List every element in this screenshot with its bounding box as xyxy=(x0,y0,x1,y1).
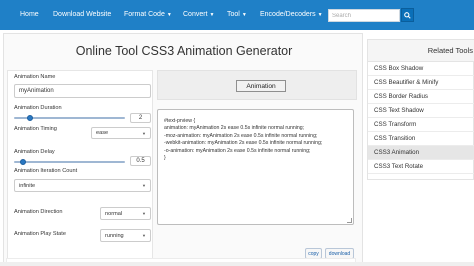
nav-item-convert[interactable]: Convert ▼ xyxy=(183,0,214,30)
sidebar-item-css-box-shadow[interactable]: CSS Box Shadow xyxy=(368,62,474,76)
animation-play-state-select[interactable]: running ▼ xyxy=(100,229,151,242)
nav-item-download-website[interactable]: Download Website xyxy=(53,0,111,30)
nav-item-label: Home xyxy=(20,11,39,18)
nav-item-label: Convert xyxy=(183,11,208,18)
animation-delay-label: Animation Delay xyxy=(14,149,55,155)
animation-name-label: Animation Name xyxy=(14,74,56,80)
sidebar-item-css-transition[interactable]: CSS Transition xyxy=(368,132,474,146)
animation-timing-select[interactable]: ease ▼ xyxy=(91,127,151,139)
animation-play-state-label: Animation Play State xyxy=(14,231,66,237)
animation-name-input[interactable]: myAnimation xyxy=(14,84,151,98)
related-tools-sidebar: Related Tools CSS Box Shadow CSS Beautif… xyxy=(367,39,474,180)
code-line: -webkit-animation: myAnimation 2s ease 0… xyxy=(164,140,323,147)
animation-timing-value: ease xyxy=(96,130,109,136)
nav-item-label: Encode/Decoders xyxy=(260,11,316,18)
page-title: Online Tool CSS3 Animation Generator xyxy=(75,44,293,58)
sidebar-item-css-beautifier[interactable]: CSS Beautifier & Minify xyxy=(368,76,474,90)
animated-text-preview: Animation xyxy=(236,80,286,92)
chevron-down-icon: ▼ xyxy=(166,12,172,18)
animation-direction-label: Animation Direction xyxy=(14,209,63,215)
code-line: -moz-animation: myAnimation 2s ease 0.5s… xyxy=(164,132,318,139)
chevron-down-icon: ▼ xyxy=(142,183,146,188)
nav-item-label: Format Code xyxy=(124,11,165,18)
animation-delay-input[interactable]: 0.5 xyxy=(130,156,151,166)
chevron-down-icon: ▼ xyxy=(241,12,247,18)
animation-timing-label: Animation Timing xyxy=(14,126,57,132)
chevron-down-icon: ▼ xyxy=(142,211,146,216)
animation-direction-value: normal xyxy=(105,210,123,217)
animation-iteration-label: Animation Iteration Count xyxy=(14,168,78,174)
nav-item-tool[interactable]: Tool ▼ xyxy=(227,0,247,30)
animation-iteration-select[interactable]: infinite ▼ xyxy=(14,179,151,192)
animation-delay-value: 0.5 xyxy=(136,158,145,164)
sidebar-item-css3-text-rotate[interactable]: CSS3 Text Rotate xyxy=(368,160,474,174)
sidebar-item-css-border-radius[interactable]: CSS Border Radius xyxy=(368,90,474,104)
animation-duration-value: 2 xyxy=(138,115,143,121)
css-code-output[interactable]: #text-prview { animation: myAnimation 2s… xyxy=(157,109,354,225)
sidebar-item-css-text-shadow[interactable]: CSS Text Shadow xyxy=(368,104,474,118)
nav-item-label: Download Website xyxy=(53,11,112,18)
search-button[interactable] xyxy=(401,8,414,22)
animation-duration-input[interactable]: 2 xyxy=(130,113,151,123)
resize-handle-icon[interactable] xyxy=(347,218,352,223)
animation-direction-select[interactable]: normal ▼ xyxy=(100,207,151,220)
animation-form: Animation Name myAnimation Animation Dur… xyxy=(7,70,153,263)
bottom-bar xyxy=(0,262,474,266)
duration-slider-thumb[interactable] xyxy=(27,115,34,121)
code-line: -o-animation: myAnimation 2s ease 0.5s i… xyxy=(164,147,311,154)
animation-preview: Animation xyxy=(157,70,357,100)
nav-item-format-code[interactable]: Format Code ▼ xyxy=(124,0,172,30)
chevron-down-icon: ▼ xyxy=(209,12,215,18)
page-content: Online Tool CSS3 Animation Generator Ani… xyxy=(0,30,474,266)
animation-iteration-value: infinite xyxy=(19,182,36,189)
sidebar-item-css-transform[interactable]: CSS Transform xyxy=(368,118,474,132)
chevron-down-icon: ▼ xyxy=(142,233,146,238)
code-line: animation: myAnimation 2s ease 0.5s infi… xyxy=(164,125,305,132)
sidebar-item-css3-animation[interactable]: CSS3 Animation xyxy=(368,146,474,160)
generator-panel: Online Tool CSS3 Animation Generator Ani… xyxy=(3,33,363,266)
nav-item-label: Tool xyxy=(227,11,240,18)
code-line: } xyxy=(164,155,166,162)
nav-item-home[interactable]: Home xyxy=(20,0,39,30)
animation-name-value: myAnimation xyxy=(19,88,54,94)
search-icon xyxy=(404,11,411,19)
chevron-down-icon: ▼ xyxy=(142,130,146,136)
chevron-down-icon: ▼ xyxy=(317,12,323,18)
top-navbar: Home Download Website Format Code ▼ Conve… xyxy=(0,0,474,30)
code-line: #text-prview { xyxy=(164,118,196,124)
delay-slider-thumb[interactable] xyxy=(19,159,26,165)
animation-play-state-value: running xyxy=(105,232,124,239)
search-input[interactable] xyxy=(328,9,400,22)
delay-slider-track[interactable] xyxy=(14,161,125,163)
nav-item-encode-decoders[interactable]: Encode/Decoders ▼ xyxy=(260,0,323,30)
sidebar-title: Related Tools xyxy=(368,40,474,62)
animation-duration-label: Animation Duration xyxy=(14,105,62,111)
